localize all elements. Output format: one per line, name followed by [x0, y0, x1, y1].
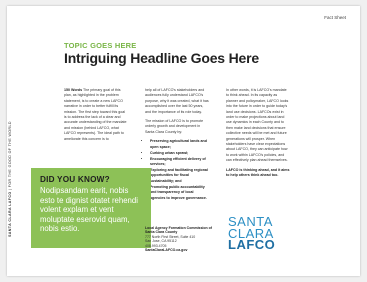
side-text-brand: SANTA CLARA LAFCO — [8, 191, 12, 237]
topic-label: TOPIC GOES HERE — [64, 41, 137, 50]
fact-sheet-page: Fact Sheet SANTA CLARA LAFCO | FOR THE G… — [7, 6, 360, 276]
fact-sheet-label: Fact Sheet — [324, 15, 346, 20]
bullet-item: Preserving agricultural lands and open s… — [150, 139, 209, 150]
bullet-item: Exploring and facilitating regional oppo… — [150, 168, 209, 184]
contact-website[interactable]: SantaClaraLAFCO.ca.gov — [145, 248, 215, 252]
column-3-paragraph-2: LAFCO is thinking ahead, and it aims to … — [226, 168, 290, 179]
column-2-paragraph-2: The mission of LAFCO is to promote order… — [145, 119, 204, 134]
column-1: 150 Words The primary goal of this plan,… — [64, 88, 128, 146]
contact-block: Local Agency Formation Commission of San… — [145, 226, 215, 252]
column-1-paragraph: 150 Words The primary goal of this plan,… — [64, 88, 128, 142]
mission-bullet-list: Preserving agricultural lands and open s… — [145, 139, 209, 201]
contact-org: Local Agency Formation Commission of San… — [145, 226, 215, 235]
side-text-tagline: | FOR THE GOOD OF THE WORLD — [8, 121, 12, 192]
column-3-paragraph-1: In other words, it is LAFCO's mandate to… — [226, 88, 289, 163]
callout-body: Nodipsandam earit, nobis esto te dignist… — [40, 186, 138, 234]
column-3: In other words, it is LAFCO's mandate to… — [226, 88, 290, 183]
column-2-paragraph-1: help all of LAFCO's stakeholders and aud… — [145, 88, 209, 114]
column-1-text: The primary goal of this plan, as highli… — [64, 88, 127, 141]
headline: Intriguing Headline Goes Here — [64, 50, 259, 66]
vertical-side-text: SANTA CLARA LAFCO | FOR THE GOOD OF THE … — [8, 121, 12, 237]
bullet-item: Curbing urban sprawl; — [150, 151, 209, 156]
contact-org-name: Local Agency Formation Commission of San… — [145, 226, 212, 235]
logo-line-lafco: LAFCO — [228, 237, 276, 252]
bullet-item: Promoting public accountability and tran… — [150, 185, 209, 201]
column-3-emphasis: LAFCO is thinking ahead, and it aims to … — [226, 167, 290, 178]
word-count-lead: 150 Words — [64, 88, 83, 92]
bullet-item: Encouraging efficient delivery of servic… — [150, 157, 209, 168]
callout-title: DID YOU KNOW? — [40, 175, 110, 184]
did-you-know-callout: DID YOU KNOW? Nodipsandam earit, nobis e… — [31, 168, 151, 248]
contact-website-link[interactable]: SantaClaraLAFCO.ca.gov — [145, 248, 187, 252]
column-2: help all of LAFCO's stakeholders and aud… — [145, 88, 209, 202]
santa-clara-lafco-logo: SANTA CLARA LAFCO — [228, 215, 276, 252]
